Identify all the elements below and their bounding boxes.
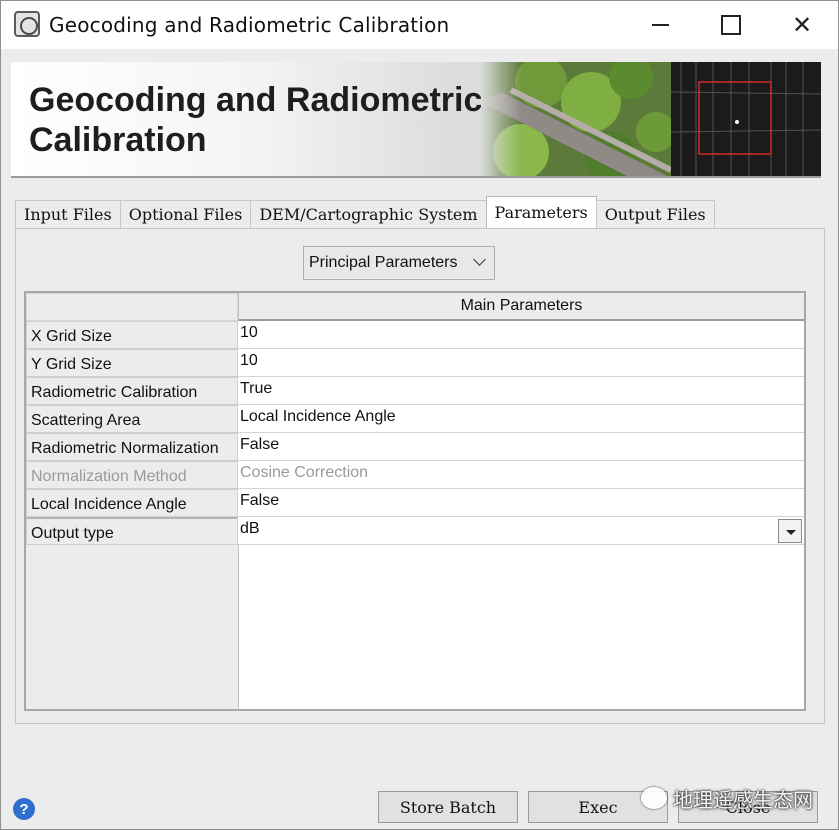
table-header: Main Parameters bbox=[238, 293, 804, 321]
parameter-group-select[interactable]: Principal Parameters bbox=[303, 246, 495, 280]
tab-input-files[interactable]: Input Files bbox=[15, 200, 121, 228]
param-name: Radiometric Normalization bbox=[26, 433, 238, 461]
table-row: Output type dB bbox=[26, 517, 804, 545]
table-header-corner bbox=[26, 293, 238, 321]
watermark: 地理遥感生态网 bbox=[641, 784, 813, 812]
chevron-down-icon bbox=[473, 253, 486, 266]
table-row: Radiometric Calibration True bbox=[26, 377, 804, 405]
param-name: Radiometric Calibration bbox=[26, 377, 238, 405]
output-type-value: dB bbox=[240, 520, 260, 537]
table-row: Local Incidence Angle False bbox=[26, 489, 804, 517]
param-value-x-grid-size[interactable]: 10 bbox=[238, 321, 804, 349]
param-name: Scattering Area bbox=[26, 405, 238, 433]
maximize-icon[interactable] bbox=[702, 1, 760, 49]
param-value-normalization-method: Cosine Correction bbox=[238, 461, 804, 489]
param-name: X Grid Size bbox=[26, 321, 238, 349]
param-name: Normalization Method bbox=[26, 461, 238, 489]
param-name: Y Grid Size bbox=[26, 349, 238, 377]
store-batch-button[interactable]: Store Batch bbox=[378, 791, 518, 823]
combo-arrow-icon[interactable] bbox=[778, 519, 802, 543]
table-row: Normalization Method Cosine Correction bbox=[26, 461, 804, 489]
tab-output-files[interactable]: Output Files bbox=[595, 200, 715, 228]
param-value-scattering-area[interactable]: Local Incidence Angle bbox=[238, 405, 804, 433]
watermark-text: 地理遥感生态网 bbox=[673, 787, 813, 812]
window-title: Geocoding and Radiometric Calibration bbox=[49, 13, 450, 37]
help-icon[interactable]: ? bbox=[13, 798, 35, 820]
table-row: Scattering Area Local Incidence Angle bbox=[26, 405, 804, 433]
minimize-icon[interactable] bbox=[631, 1, 689, 49]
tab-parameters[interactable]: Parameters bbox=[485, 196, 597, 228]
param-value-radiometric-calibration[interactable]: True bbox=[238, 377, 804, 405]
wechat-icon bbox=[641, 787, 667, 809]
param-name: Output type bbox=[26, 517, 238, 545]
table-row: Radiometric Normalization False bbox=[26, 433, 804, 461]
table-row: Y Grid Size 10 bbox=[26, 349, 804, 377]
parameters-table: Main Parameters X Grid Size 10 Y Grid Si… bbox=[24, 291, 806, 711]
banner-title-line2: Calibration bbox=[29, 121, 207, 159]
dialog-window: Geocoding and Radiometric Calibration ✕ … bbox=[0, 0, 839, 830]
param-name: Local Incidence Angle bbox=[26, 489, 238, 517]
param-value-y-grid-size[interactable]: 10 bbox=[238, 349, 804, 377]
banner-image bbox=[481, 62, 821, 176]
tab-optional-files[interactable]: Optional Files bbox=[119, 200, 252, 228]
table-row: X Grid Size 10 bbox=[26, 321, 804, 349]
param-value-radiometric-normalization[interactable]: False bbox=[238, 433, 804, 461]
tab-bar: Input Files Optional Files DEM/Cartograp… bbox=[15, 196, 715, 228]
param-value-local-incidence-angle[interactable]: False bbox=[238, 489, 804, 517]
parameter-group-value: Principal Parameters bbox=[309, 254, 458, 271]
title-bar: Geocoding and Radiometric Calibration ✕ bbox=[1, 1, 838, 49]
tab-dem-cartographic-system[interactable]: DEM/Cartographic System bbox=[250, 200, 487, 228]
banner-title: Geocoding and Radiometric Calibration bbox=[29, 80, 489, 160]
banner-title-line1: Geocoding and Radiometric bbox=[29, 81, 483, 119]
param-value-output-type[interactable]: dB bbox=[238, 517, 804, 545]
close-icon[interactable]: ✕ bbox=[773, 1, 831, 49]
banner: Geocoding and Radiometric Calibration bbox=[11, 62, 821, 178]
app-icon bbox=[14, 11, 40, 37]
